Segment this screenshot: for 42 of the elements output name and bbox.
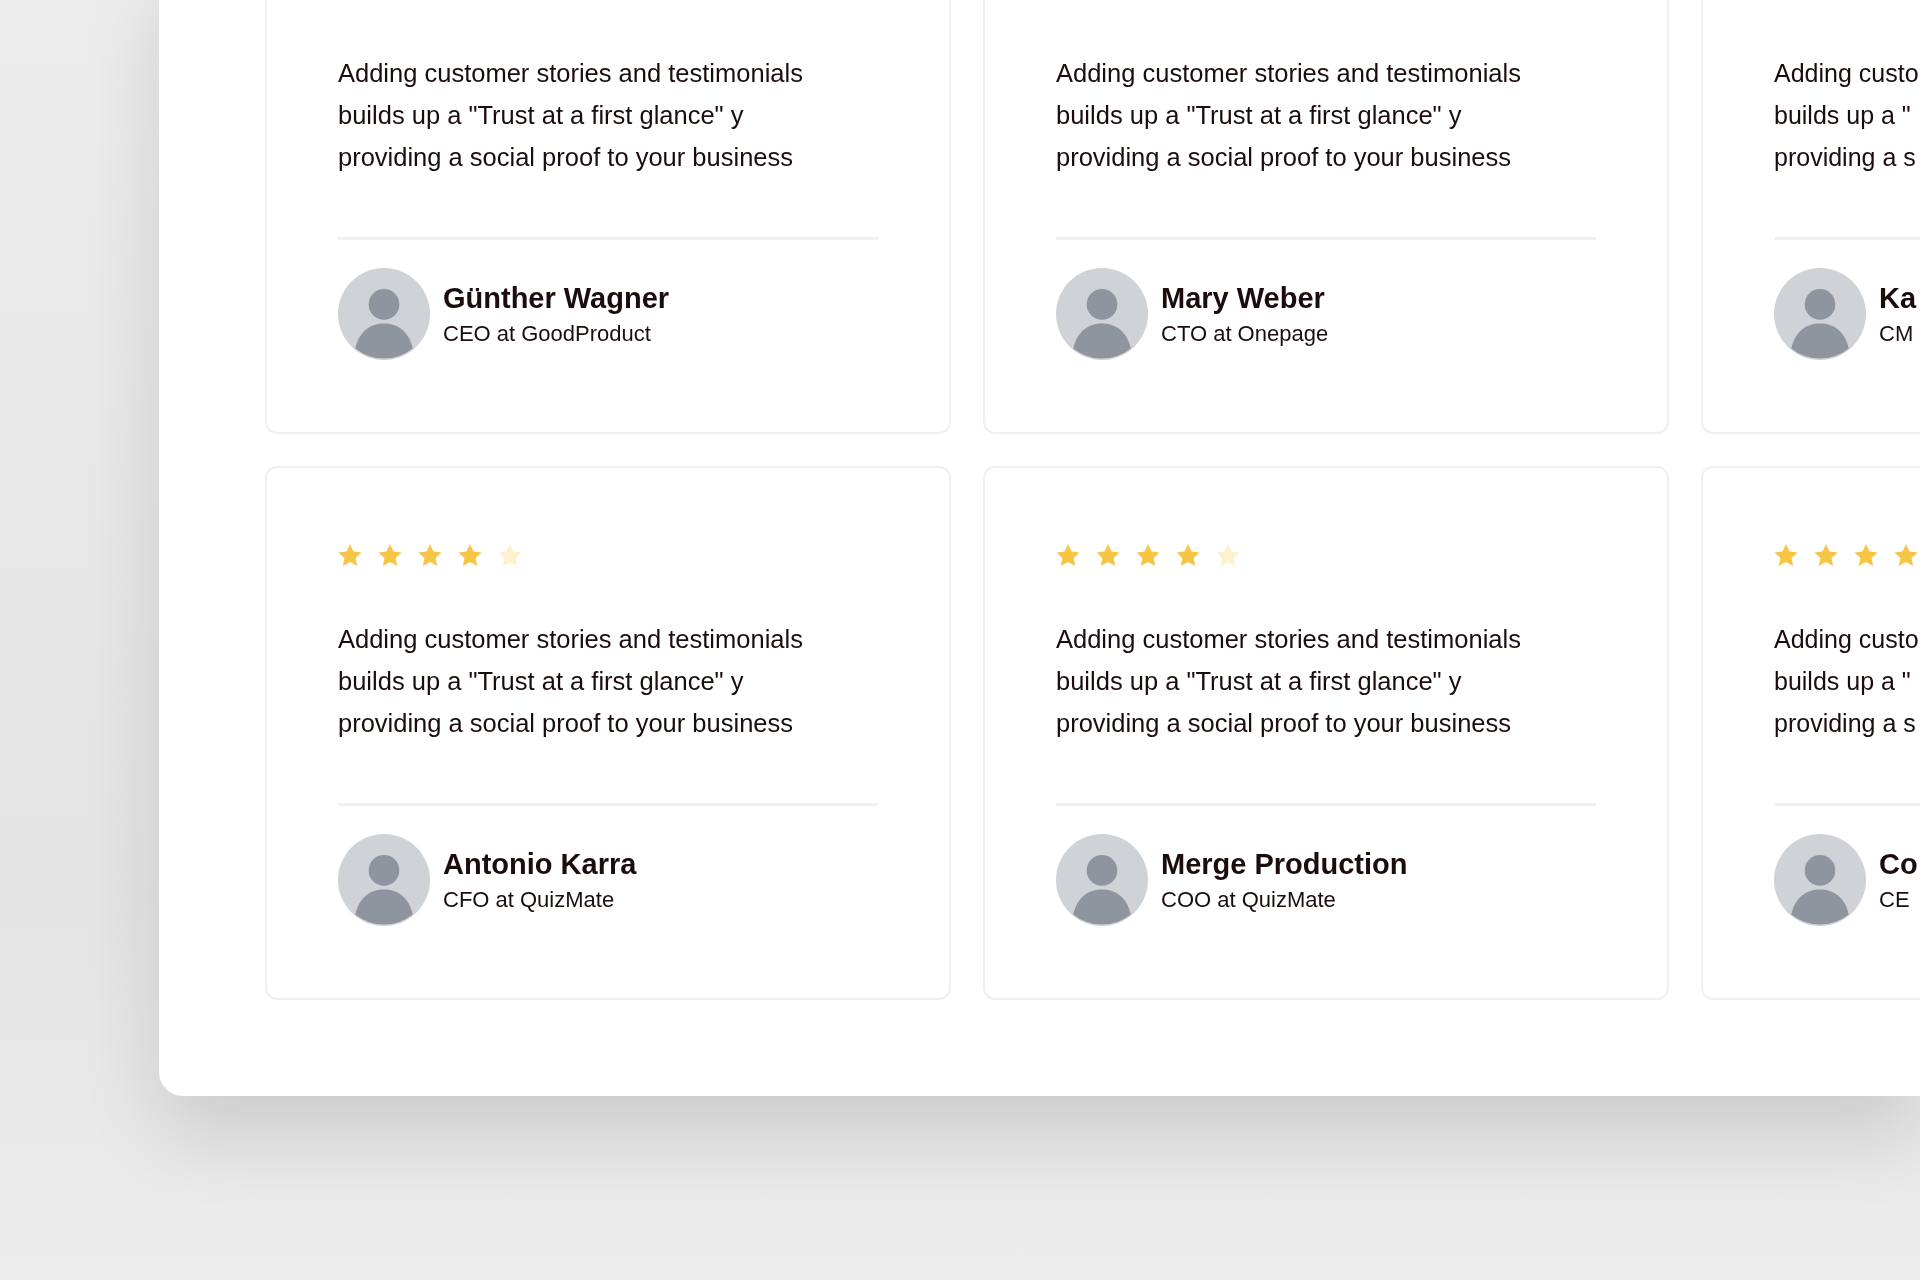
star-icon xyxy=(378,544,402,567)
person-name: Günther Wagner xyxy=(443,281,670,315)
avatar-silhouette-icon xyxy=(1056,268,1148,360)
star-icon xyxy=(1774,544,1798,567)
star-icon xyxy=(1176,544,1200,567)
avatar-silhouette-icon xyxy=(1774,268,1866,360)
person-role: CM xyxy=(1879,320,1915,347)
avatar-silhouette-icon xyxy=(1774,834,1866,926)
quote-text: builds up a " xyxy=(1774,666,1912,697)
star-icon xyxy=(1136,544,1160,567)
quote-text: Adding customer stories and testimonials builds up a "Trust at a first glance" y providing a social proof to your business xyxy=(338,624,804,739)
avatar-silhouette-icon xyxy=(1056,834,1148,926)
person-role: CEO at GoodProduct xyxy=(443,320,652,347)
star-icon xyxy=(1894,544,1918,567)
avatar-silhouette-icon xyxy=(338,834,430,926)
star-icon xyxy=(1216,544,1240,567)
star-icon xyxy=(1096,544,1120,567)
star-icon xyxy=(418,544,442,567)
star-icon xyxy=(458,544,482,567)
person-name: Antonio Karra xyxy=(443,847,637,881)
quote-text: providing a s xyxy=(1774,142,1917,173)
quote-text: Adding customer stories and testimonials builds up a "Trust at a first glance" y providing a social proof to your business xyxy=(338,58,804,173)
star-icon xyxy=(1056,544,1080,567)
quote-text: Adding customer stories and testimonials builds up a "Trust at a first glance" y providing a social proof to your business xyxy=(1056,624,1522,739)
person-name: Co xyxy=(1879,847,1918,881)
quote-text: Adding custo xyxy=(1774,624,1920,655)
avatar-silhouette-icon xyxy=(338,268,430,360)
quote-text: builds up a " xyxy=(1774,100,1912,131)
person-name: Mary Weber xyxy=(1161,281,1326,315)
person-role: CFO at QuizMate xyxy=(443,886,616,913)
star-icon xyxy=(498,544,522,567)
person-name: Merge Production xyxy=(1161,847,1408,881)
star-icon xyxy=(338,544,362,567)
person-role: COO at QuizMate xyxy=(1161,886,1337,913)
person-role: CTO at Onepage xyxy=(1161,320,1329,347)
quote-text: Adding customer stories and testimonials builds up a "Trust at a first glance" y providing a social proof to your business xyxy=(1056,58,1522,173)
star-icon xyxy=(1854,544,1878,567)
person-name: Ka xyxy=(1879,281,1917,315)
quote-text: Adding custo xyxy=(1774,58,1920,89)
quote-text: providing a s xyxy=(1774,708,1917,739)
person-role: CE xyxy=(1879,886,1911,913)
star-icon xyxy=(1814,544,1838,567)
